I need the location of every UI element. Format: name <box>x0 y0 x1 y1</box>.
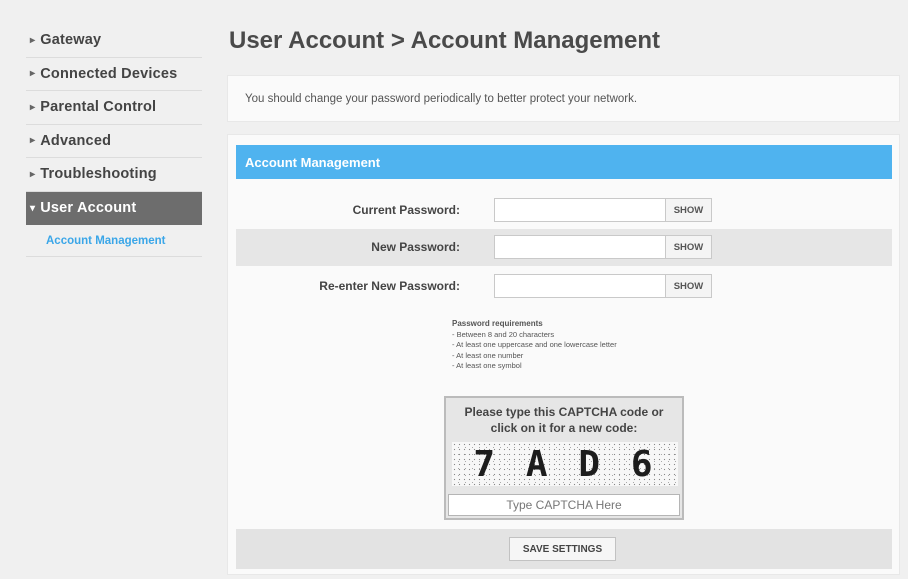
captcha-char: 6 <box>630 443 657 485</box>
captcha-char: 7 <box>473 443 500 485</box>
chevron-right-icon: ▸ <box>30 135 36 147</box>
sidebar-item-advanced[interactable]: ▸ Advanced <box>26 125 202 158</box>
chevron-right-icon: ▸ <box>30 68 36 80</box>
sidebar-item-user-account[interactable]: ▾ User Account <box>26 191 202 225</box>
sidebar-item-label: Gateway <box>40 32 102 49</box>
current-password-input[interactable] <box>495 199 665 221</box>
current-password-label: Current Password: <box>352 203 460 217</box>
captcha-field <box>448 494 680 516</box>
chevron-right-icon: ▸ <box>30 168 36 180</box>
sidebar-item-gateway[interactable]: ▸ Gateway <box>26 24 202 58</box>
captcha-box: Please type this CAPTCHA code or click o… <box>444 396 684 520</box>
page-title: User Account > Account Management <box>229 27 660 54</box>
sidebar-item-label: Advanced <box>40 132 112 149</box>
sidebar-item-label: Connected Devices <box>40 65 178 82</box>
sidebar-subitem-account-management[interactable]: Account Management <box>26 225 202 257</box>
panel-header: Account Management <box>236 145 892 179</box>
sidebar-item-connected-devices[interactable]: ▸ Connected Devices <box>26 58 202 91</box>
password-requirements: Password requirements - Between 8 and 20… <box>452 319 617 372</box>
show-new-password-button[interactable]: SHOW <box>665 236 711 258</box>
captcha-prompt-line: click on it for a new code: <box>490 421 638 435</box>
reenter-password-label: Re-enter New Password: <box>319 279 460 293</box>
sidebar-item-label: Parental Control <box>40 99 157 116</box>
captcha-char: A <box>525 443 552 485</box>
reenter-password-input[interactable] <box>495 275 665 297</box>
info-notice: You should change your password periodic… <box>227 75 900 122</box>
save-settings-button[interactable]: SAVE SETTINGS <box>509 537 616 561</box>
show-current-password-button[interactable]: SHOW <box>665 199 711 221</box>
account-management-panel: Account Management Current Password: SHO… <box>227 134 900 575</box>
chevron-right-icon: ▸ <box>30 34 36 46</box>
sidebar-item-label: Troubleshooting <box>40 166 157 183</box>
requirement-item: - At least one symbol <box>452 361 522 370</box>
requirements-title: Password requirements <box>452 319 543 328</box>
current-password-row: Current Password: SHOW <box>236 192 892 229</box>
chevron-down-icon: ▾ <box>30 202 36 214</box>
sidebar-nav: ▸ Gateway ▸ Connected Devices ▸ Parental… <box>26 24 202 257</box>
new-password-label: New Password: <box>371 240 460 254</box>
new-password-input[interactable] <box>495 236 665 258</box>
current-password-field: SHOW <box>494 198 712 222</box>
show-reenter-password-button[interactable]: SHOW <box>665 275 711 297</box>
notice-text: You should change your password periodic… <box>245 93 638 105</box>
reenter-password-row: Re-enter New Password: SHOW <box>236 268 892 305</box>
form-footer: SAVE SETTINGS <box>236 529 892 569</box>
captcha-input[interactable] <box>449 495 679 515</box>
captcha-image[interactable]: 7 A D 6 <box>452 442 678 486</box>
requirement-item: - Between 8 and 20 characters <box>452 329 555 339</box>
captcha-char: D <box>578 443 605 485</box>
reenter-password-field: SHOW <box>494 274 712 298</box>
new-password-row: New Password: SHOW <box>236 229 892 266</box>
sidebar-item-label: User Account <box>40 200 137 217</box>
requirement-item: - At least one number <box>452 350 524 360</box>
sidebar-item-troubleshooting[interactable]: ▸ Troubleshooting <box>26 158 202 192</box>
sidebar-item-parental-control[interactable]: ▸ Parental Control <box>26 91 202 125</box>
requirement-item: - At least one uppercase and one lowerca… <box>452 340 617 349</box>
captcha-prompt: Please type this CAPTCHA code or click o… <box>446 404 682 436</box>
new-password-field: SHOW <box>494 235 712 259</box>
chevron-right-icon: ▸ <box>30 101 36 113</box>
captcha-prompt-line: Please type this CAPTCHA code or <box>464 405 664 419</box>
